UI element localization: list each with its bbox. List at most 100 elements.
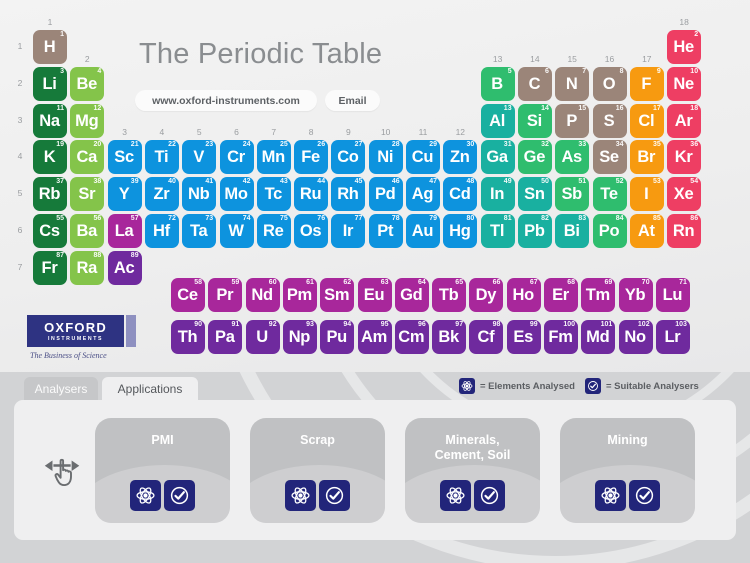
element-po[interactable]: 84 Po bbox=[592, 214, 627, 248]
element-fm[interactable]: 100 Fm bbox=[544, 320, 578, 354]
element-c[interactable]: 6C bbox=[517, 66, 552, 101]
element-tb[interactable]: 65 Tb bbox=[432, 278, 467, 312]
element-re[interactable]: 75 Re bbox=[256, 214, 291, 248]
element-u[interactable]: 92 U bbox=[245, 320, 280, 354]
element-au[interactable]: 79 Au bbox=[406, 214, 440, 248]
element-ag[interactable]: 47 Ag bbox=[406, 177, 440, 212]
element-zn[interactable]: 30 Zn bbox=[443, 140, 478, 175]
tab-analysers[interactable]: Analysers bbox=[24, 377, 98, 400]
element-sc[interactable]: 21 Sc bbox=[107, 140, 142, 175]
element-f[interactable]: 9F bbox=[629, 66, 664, 101]
element-zr[interactable]: 40 Zr bbox=[144, 177, 179, 212]
element-cl[interactable]: 17 Cl bbox=[629, 103, 664, 138]
element-ra[interactable]: 88 Ra bbox=[70, 250, 105, 285]
element-sb[interactable]: 51 Sb bbox=[555, 177, 590, 212]
element-yb[interactable]: 70 Yb bbox=[618, 278, 653, 312]
element-ge[interactable]: 32 Ge bbox=[517, 140, 552, 175]
element-br[interactable]: 35 Br bbox=[629, 140, 664, 175]
element-bk[interactable]: 97 Bk bbox=[432, 320, 467, 354]
check-circle-icon[interactable] bbox=[629, 480, 660, 511]
check-circle-icon[interactable] bbox=[164, 480, 195, 511]
element-ga[interactable]: 31 Ga bbox=[480, 140, 515, 175]
element-b[interactable]: 5B bbox=[480, 66, 515, 101]
element-tl[interactable]: 81 Tl bbox=[480, 214, 515, 248]
element-o[interactable]: 8O bbox=[592, 66, 627, 101]
element-ho[interactable]: 67 Ho bbox=[506, 278, 541, 312]
element-sm[interactable]: 62 Sm bbox=[320, 278, 355, 312]
element-pb[interactable]: 82 Pb bbox=[517, 214, 552, 248]
element-ac[interactable]: 89 Ac bbox=[107, 250, 142, 285]
element-tc[interactable]: 43 Tc bbox=[256, 177, 291, 212]
element-as[interactable]: 33 As bbox=[555, 140, 590, 175]
element-fe[interactable]: 26 Fe bbox=[294, 140, 329, 175]
element-ir[interactable]: 77 Ir bbox=[331, 214, 366, 248]
element-w[interactable]: 74 W bbox=[219, 214, 254, 248]
element-y[interactable]: 39 Y bbox=[107, 177, 142, 212]
element-cu[interactable]: 29 Cu bbox=[406, 140, 440, 175]
element-am[interactable]: 95 Am bbox=[357, 320, 392, 354]
element-es[interactable]: 99 Es bbox=[506, 320, 541, 354]
element-hg[interactable]: 80 Hg bbox=[443, 214, 478, 248]
element-at[interactable]: 85 At bbox=[629, 214, 664, 248]
element-v[interactable]: 23 V bbox=[182, 140, 217, 175]
element-mn[interactable]: 25 Mn bbox=[256, 140, 291, 175]
element-cm[interactable]: 96 Cm bbox=[394, 320, 429, 354]
element-kr[interactable]: 36 Kr bbox=[667, 140, 702, 175]
element-cd[interactable]: 48 Cd bbox=[443, 177, 478, 212]
element-hf[interactable]: 72 Hf bbox=[144, 214, 179, 248]
element-nb[interactable]: 41 Nb bbox=[182, 177, 217, 212]
application-card[interactable]: Mining bbox=[560, 418, 695, 523]
element-se[interactable]: 34 Se bbox=[592, 140, 627, 175]
application-card[interactable]: PMI bbox=[95, 418, 230, 523]
element-pd[interactable]: 46 Pd bbox=[368, 177, 403, 212]
element-pu[interactable]: 94 Pu bbox=[320, 320, 355, 354]
element-rn[interactable]: 86 Rn bbox=[667, 214, 702, 248]
element-ce[interactable]: 58 Ce bbox=[171, 278, 205, 312]
tab-applications[interactable]: Applications bbox=[102, 377, 198, 400]
element-xe[interactable]: 54 Xe bbox=[667, 177, 702, 212]
atom-icon[interactable] bbox=[440, 480, 471, 511]
element-n[interactable]: 7N bbox=[555, 66, 590, 101]
atom-icon[interactable] bbox=[595, 480, 626, 511]
element-pm[interactable]: 61 Pm bbox=[282, 278, 317, 312]
element-s[interactable]: 16 S bbox=[592, 103, 627, 138]
element-cf[interactable]: 98 Cf bbox=[469, 320, 504, 354]
element-be[interactable]: 4 Be bbox=[70, 66, 105, 101]
atom-icon[interactable] bbox=[285, 480, 316, 511]
element-mo[interactable]: 42 Mo bbox=[219, 177, 254, 212]
element-md[interactable]: 101 Md bbox=[581, 320, 616, 354]
element-i[interactable]: 53 I bbox=[629, 177, 664, 212]
element-k[interactable]: 19 K bbox=[33, 140, 67, 175]
element-ti[interactable]: 22 Ti bbox=[144, 140, 179, 175]
element-ni[interactable]: 28 Ni bbox=[368, 140, 403, 175]
element-ba[interactable]: 56 Ba bbox=[70, 214, 105, 248]
element-ca[interactable]: 20 Ca bbox=[70, 140, 105, 175]
element-li[interactable]: 3 Li bbox=[33, 66, 67, 101]
element-rh[interactable]: 45 Rh bbox=[331, 177, 366, 212]
application-card[interactable]: Minerals, Cement, Soil bbox=[405, 418, 540, 523]
element-rb[interactable]: 37 Rb bbox=[33, 177, 67, 212]
element-bi[interactable]: 83 Bi bbox=[555, 214, 590, 248]
element-he[interactable]: 2 He bbox=[667, 30, 702, 64]
element-lu[interactable]: 71 Lu bbox=[655, 278, 690, 312]
element-la[interactable]: 57 La bbox=[107, 214, 142, 248]
element-ar[interactable]: 18 Ar bbox=[667, 103, 702, 138]
element-er[interactable]: 68 Er bbox=[544, 278, 578, 312]
element-in[interactable]: 49 In bbox=[480, 177, 515, 212]
element-mg[interactable]: 12 Mg bbox=[70, 103, 105, 138]
element-tm[interactable]: 69 Tm bbox=[581, 278, 616, 312]
check-circle-icon[interactable] bbox=[474, 480, 505, 511]
element-pt[interactable]: 78 Pt bbox=[368, 214, 403, 248]
element-ta[interactable]: 73 Ta bbox=[182, 214, 217, 248]
element-fr[interactable]: 87 Fr bbox=[33, 250, 67, 285]
element-al[interactable]: 13 Al bbox=[480, 103, 515, 138]
element-os[interactable]: 76 Os bbox=[294, 214, 329, 248]
element-p[interactable]: 15 P bbox=[555, 103, 590, 138]
element-th[interactable]: 90 Th bbox=[171, 320, 205, 354]
element-eu[interactable]: 63 Eu bbox=[357, 278, 392, 312]
element-ne[interactable]: 10 Ne bbox=[667, 66, 702, 101]
element-gd[interactable]: 64 Gd bbox=[394, 278, 429, 312]
element-pa[interactable]: 91 Pa bbox=[208, 320, 243, 354]
element-cs[interactable]: 55 Cs bbox=[33, 214, 67, 248]
element-si[interactable]: 14 Si bbox=[517, 103, 552, 138]
